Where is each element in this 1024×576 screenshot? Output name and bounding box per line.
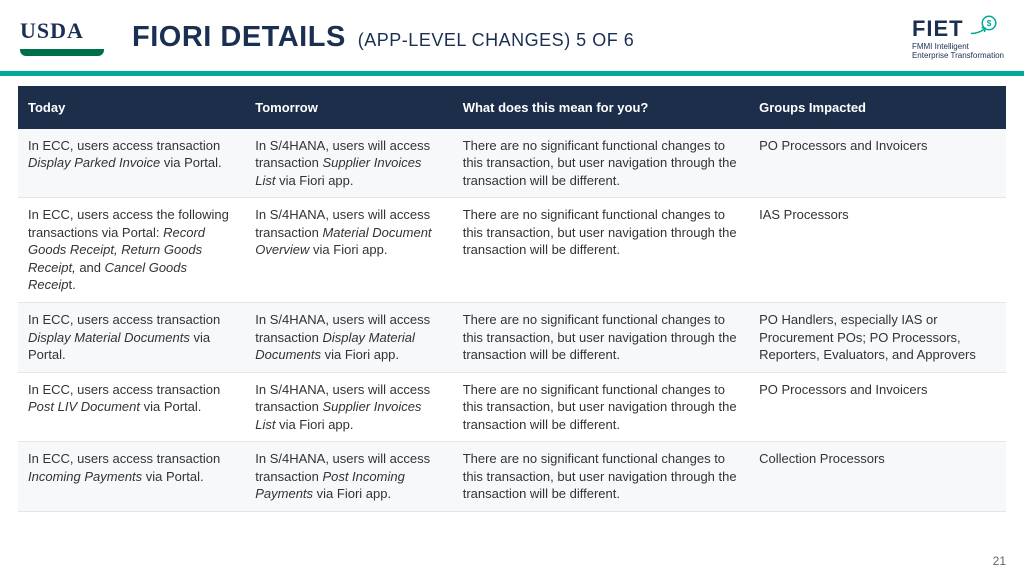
cell-tomorrow: In S/4HANA, users will access transactio…	[245, 372, 452, 442]
cell-groups: PO Processors and Invoicers	[749, 129, 1006, 198]
cell-meaning: There are no significant functional chan…	[453, 442, 749, 512]
comparison-table-wrap: Today Tomorrow What does this mean for y…	[0, 86, 1024, 512]
cell-tomorrow: In S/4HANA, users will access transactio…	[245, 302, 452, 372]
col-header-meaning: What does this mean for you?	[453, 86, 749, 129]
cell-tomorrow: In S/4HANA, users will access transactio…	[245, 129, 452, 198]
usda-swoosh-icon	[20, 42, 104, 56]
divider	[0, 71, 1024, 76]
cell-today: In ECC, users access the following trans…	[18, 198, 245, 303]
table-row: In ECC, users access transaction Display…	[18, 129, 1006, 198]
slide-title: FIORI DETAILS	[132, 21, 346, 54]
cell-meaning: There are no significant functional chan…	[453, 372, 749, 442]
slide: USDA FIORI DETAILS (APP-LEVEL CHANGES) 5…	[0, 0, 1024, 576]
col-header-groups: Groups Impacted	[749, 86, 1006, 129]
col-header-today: Today	[18, 86, 245, 129]
cell-today: In ECC, users access transaction Post LI…	[18, 372, 245, 442]
slide-header: USDA FIORI DETAILS (APP-LEVEL CHANGES) 5…	[0, 0, 1024, 67]
col-header-tomorrow: Tomorrow	[245, 86, 452, 129]
cell-groups: PO Processors and Invoicers	[749, 372, 1006, 442]
table-row: In ECC, users access transaction Incomin…	[18, 442, 1006, 512]
svg-text:$: $	[986, 19, 991, 28]
fiet-logo: FIET $ FMMI Intelligent Enterprise Trans…	[912, 14, 1004, 61]
cell-groups: IAS Processors	[749, 198, 1006, 303]
cell-tomorrow: In S/4HANA, users will access transactio…	[245, 198, 452, 303]
cell-groups: PO Handlers, especially IAS or Procureme…	[749, 302, 1006, 372]
cell-meaning: There are no significant functional chan…	[453, 198, 749, 303]
cell-today: In ECC, users access transaction Incomin…	[18, 442, 245, 512]
fiet-logo-text: FIET	[912, 16, 964, 42]
slide-subtitle: (APP-LEVEL CHANGES) 5 OF 6	[358, 30, 634, 51]
table-row: In ECC, users access transaction Display…	[18, 302, 1006, 372]
cell-today: In ECC, users access transaction Display…	[18, 129, 245, 198]
cell-meaning: There are no significant functional chan…	[453, 302, 749, 372]
money-arrow-icon: $	[968, 14, 998, 43]
table-header-row: Today Tomorrow What does this mean for y…	[18, 86, 1006, 129]
table-row: In ECC, users access transaction Post LI…	[18, 372, 1006, 442]
title-block: FIORI DETAILS (APP-LEVEL CHANGES) 5 OF 6	[132, 21, 912, 54]
cell-tomorrow: In S/4HANA, users will access transactio…	[245, 442, 452, 512]
usda-logo: USDA	[20, 18, 104, 56]
comparison-table: Today Tomorrow What does this mean for y…	[18, 86, 1006, 512]
cell-today: In ECC, users access transaction Display…	[18, 302, 245, 372]
table-row: In ECC, users access the following trans…	[18, 198, 1006, 303]
page-number: 21	[993, 554, 1006, 568]
cell-groups: Collection Processors	[749, 442, 1006, 512]
usda-logo-text: USDA	[20, 18, 84, 44]
cell-meaning: There are no significant functional chan…	[453, 129, 749, 198]
fiet-tagline-2: Enterprise Transformation	[912, 52, 1004, 61]
